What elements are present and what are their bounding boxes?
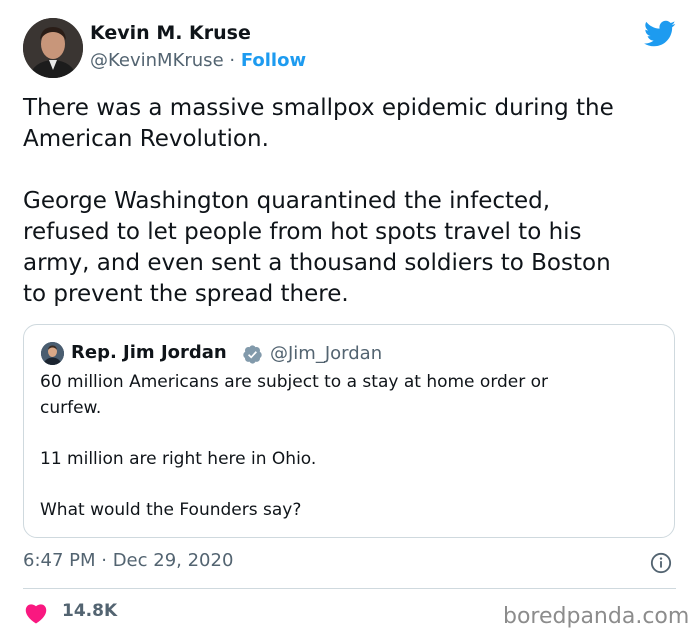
quoted-tweet-text: 60 million Americans are subject to a st… (40, 372, 549, 520)
tweet-timestamp[interactable]: 6:47 PM · Dec 29, 2020 (23, 550, 233, 571)
author-avatar[interactable] (23, 18, 83, 78)
like-count[interactable]: 14.8K (62, 601, 117, 621)
tweet-text: There was a massive smallpox epidemic du… (23, 95, 614, 307)
handle-separator: · (223, 50, 241, 71)
quoted-avatar (41, 342, 64, 365)
info-icon[interactable] (650, 552, 672, 574)
author-name[interactable]: Kevin M. Kruse (90, 22, 251, 44)
watermark: boredpanda.com (503, 604, 690, 629)
verified-badge-icon (243, 345, 262, 364)
divider (23, 588, 676, 589)
heart-icon[interactable] (24, 602, 48, 624)
author-handle-line: @KevinMKruse · Follow (90, 50, 306, 71)
quoted-author-name: Rep. Jim Jordan (71, 342, 227, 363)
quoted-author-handle: @Jim_Jordan (270, 343, 383, 364)
author-handle[interactable]: @KevinMKruse (90, 50, 224, 71)
twitter-bird-icon[interactable] (644, 20, 676, 48)
quoted-tweet[interactable]: Rep. Jim Jordan @Jim_Jordan 60 million A… (23, 324, 675, 538)
follow-button[interactable]: Follow (241, 50, 306, 71)
